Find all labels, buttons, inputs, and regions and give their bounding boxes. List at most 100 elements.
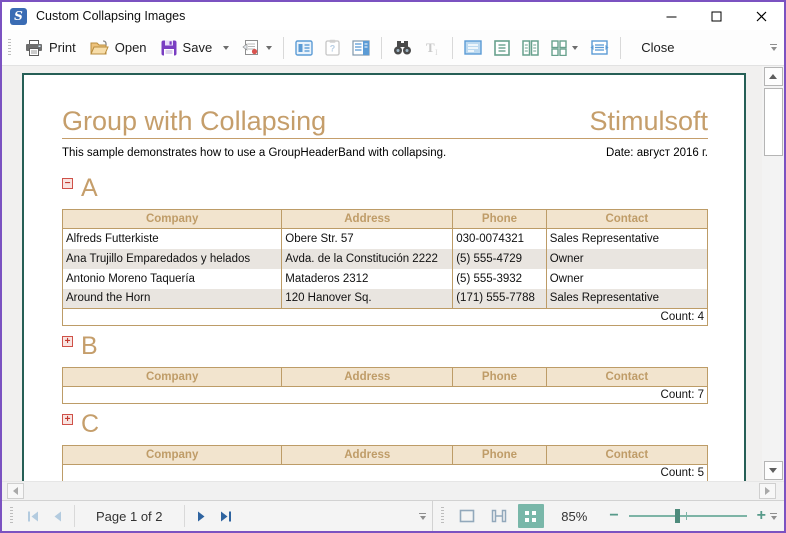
window-title: Custom Collapsing Images	[36, 9, 185, 23]
collapse-toggle-icon[interactable]: −	[62, 178, 73, 189]
full-screen-icon	[464, 40, 482, 55]
zoom-slider-thumb[interactable]	[675, 509, 680, 523]
statusbar-grip[interactable]	[10, 507, 13, 525]
status-bar: Page 1 of 2	[2, 500, 784, 531]
group-c-table: Company Address Phone Contact Count: 5	[62, 445, 708, 481]
group-a: − A Company Address Phone Contact	[62, 176, 708, 326]
scroll-down-button[interactable]	[764, 461, 783, 480]
send-email-button[interactable]	[237, 35, 277, 60]
zoom-toolbar-overflow-button[interactable]	[770, 513, 777, 520]
page-width-view-button[interactable]	[585, 36, 614, 59]
zoom-slider[interactable]	[629, 509, 747, 523]
cell-contact: Sales Representative	[546, 229, 707, 249]
report-date: Date: август 2016 г.	[606, 147, 708, 159]
page-width-icon	[590, 40, 609, 55]
zoom-multiple-pages-button[interactable]	[518, 504, 544, 528]
last-page-icon	[220, 511, 232, 522]
column-header: Phone	[453, 368, 547, 387]
page-width-h-icon	[491, 509, 507, 523]
open-label: Open	[115, 40, 147, 55]
save-dropdown-caret-icon	[223, 46, 229, 50]
group-letter: A	[81, 176, 98, 201]
first-page-button[interactable]	[20, 507, 46, 526]
overflow-bar	[770, 513, 777, 514]
thumbnails-panel-button[interactable]	[347, 36, 375, 60]
overflow-caret-icon	[771, 516, 777, 520]
maximize-button[interactable]	[694, 2, 739, 30]
open-folder-icon	[90, 40, 109, 56]
report-title: Group with Collapsing	[62, 106, 326, 136]
minimize-button[interactable]	[649, 2, 694, 30]
cell-contact: Owner	[546, 249, 707, 269]
next-page-button[interactable]	[190, 507, 213, 526]
zoom-percentage: 85%	[557, 509, 591, 524]
report-preview-area: Group with Collapsing Stimulsoft This sa…	[2, 66, 784, 481]
one-page-outline-icon	[459, 509, 475, 523]
report-page: Group with Collapsing Stimulsoft This sa…	[22, 73, 746, 481]
group-footer-row: Count: 7	[63, 387, 708, 404]
single-page-view-button[interactable]	[489, 36, 515, 60]
statusbar-overflow-button[interactable]	[419, 513, 426, 520]
full-screen-button[interactable]	[459, 36, 487, 59]
group-a-table: Company Address Phone Contact Alfreds Fu…	[62, 209, 708, 326]
bookmarks-panel-button[interactable]	[290, 36, 318, 60]
close-window-button[interactable]	[739, 2, 784, 30]
cell-address: Obere Str. 57	[282, 229, 453, 249]
overflow-bar	[419, 513, 426, 514]
table-header-row: Company Address Phone Contact	[63, 368, 708, 387]
scroll-left-button[interactable]	[7, 483, 24, 499]
cell-address: Mataderos 2312	[282, 269, 453, 289]
scroll-right-button[interactable]	[759, 483, 776, 499]
column-header: Company	[63, 446, 282, 465]
table-header-row: Company Address Phone Contact	[63, 446, 708, 465]
multiple-pages-icon	[551, 40, 567, 56]
zoom-slider-track[interactable]	[629, 515, 747, 517]
vertical-scroll-thumb[interactable]	[764, 88, 783, 156]
zoom-out-button[interactable]: −	[605, 509, 622, 523]
zoom-page-width-button[interactable]	[486, 504, 512, 528]
group-count: Count: 4	[63, 309, 708, 326]
zoom-one-page-button[interactable]	[454, 504, 480, 528]
multiple-pages-view-button[interactable]	[546, 36, 583, 60]
close-report-button[interactable]: Close	[627, 36, 688, 59]
cell-phone: (5) 555-3932	[453, 269, 547, 289]
scroll-up-button[interactable]	[764, 67, 783, 86]
svg-text:I: I	[435, 48, 438, 56]
app-window: S Custom Collapsing Images	[0, 0, 786, 533]
save-button[interactable]: Save	[155, 36, 236, 60]
toolbar-separator	[452, 37, 453, 59]
window-controls	[649, 2, 784, 30]
find-button[interactable]	[388, 36, 417, 59]
arrow-up-icon	[769, 74, 777, 79]
expand-toggle-icon[interactable]: +	[62, 414, 73, 425]
previous-page-button[interactable]	[46, 507, 69, 526]
zoom-toolbar-grip[interactable]	[441, 507, 444, 525]
horizontal-scrollbar[interactable]	[2, 481, 784, 500]
two-pages-view-button[interactable]	[517, 36, 544, 60]
column-header: Address	[282, 210, 453, 229]
table-row: Around the Horn 120 Hanover Sq. (171) 55…	[63, 289, 708, 309]
column-header: Phone	[453, 446, 547, 465]
page-navigation-toolbar: Page 1 of 2	[2, 501, 432, 531]
toolbar-overflow-button[interactable]	[770, 44, 777, 51]
vertical-scrollbar[interactable]	[762, 66, 784, 481]
save-label: Save	[183, 40, 213, 55]
open-button[interactable]: Open	[84, 36, 153, 60]
zoom-slider-100-tick	[686, 512, 687, 520]
group-b: + B Company Address Phone Contact	[62, 334, 708, 404]
print-label: Print	[49, 40, 76, 55]
toolbar-separator	[620, 37, 621, 59]
cell-address: Avda. de la Constitución 2222	[282, 249, 453, 269]
column-header: Contact	[546, 368, 707, 387]
last-page-button[interactable]	[213, 507, 239, 526]
report-brand: Stimulsoft	[589, 106, 708, 136]
close-report-label: Close	[641, 40, 674, 55]
toolbar-grip[interactable]	[8, 39, 11, 57]
expand-toggle-icon[interactable]: +	[62, 336, 73, 347]
cell-address: 120 Hanover Sq.	[282, 289, 453, 309]
overflow-bar	[770, 44, 777, 45]
print-button[interactable]: Print	[19, 36, 82, 60]
zoom-in-button[interactable]: +	[753, 509, 770, 523]
column-header: Company	[63, 210, 282, 229]
arrow-right-icon	[765, 487, 770, 495]
